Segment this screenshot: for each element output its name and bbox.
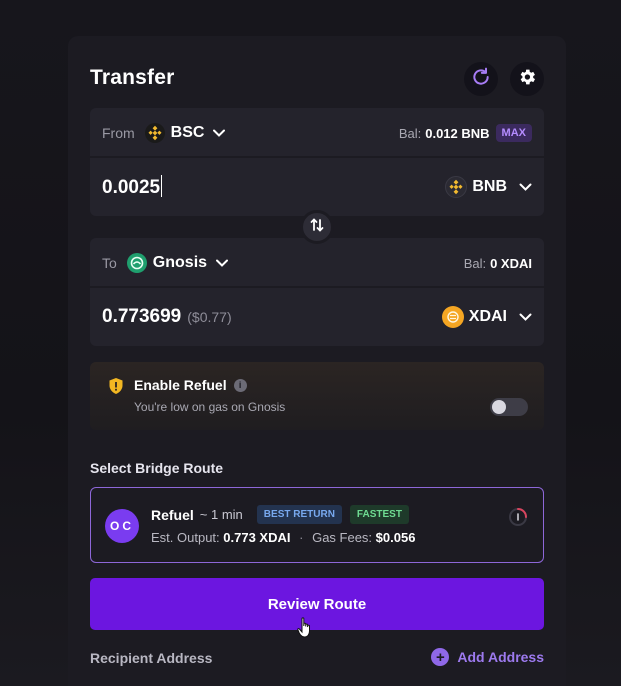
from-balance-value: 0.012 BNB xyxy=(425,125,490,141)
from-chain-selector[interactable]: BSC xyxy=(144,123,226,143)
chevron-down-icon xyxy=(519,313,532,321)
from-chain-name: BSC xyxy=(170,124,205,141)
to-amount-usd: ($0.77) xyxy=(187,309,232,325)
bsc-chain-icon xyxy=(144,123,165,143)
from-panel: From BSC Bal: 0.012 BNB MAX 0.0025 BNB xyxy=(90,108,544,216)
refresh-button[interactable] xyxy=(464,62,498,96)
chevron-down-icon xyxy=(216,259,229,267)
route-name: Refuel ~ 1 min BEST RETURN FASTEST xyxy=(151,505,409,524)
chevron-down-icon xyxy=(519,183,532,191)
hand-cursor-icon xyxy=(297,617,313,644)
from-token-selector[interactable]: BNB xyxy=(445,176,532,198)
gear-icon xyxy=(517,67,537,92)
to-balance: Bal: 0 XDAI xyxy=(463,255,532,271)
route-option-card[interactable]: OC Refuel ~ 1 min BEST RETURN FASTEST Es… xyxy=(90,487,544,563)
refuel-panel: Enable Refuel i You're low on gas on Gno… xyxy=(90,362,544,430)
route-fees-value: $0.056 xyxy=(375,530,416,545)
refresh-icon xyxy=(471,67,491,92)
refuel-title: Enable Refuel i xyxy=(134,377,247,393)
transfer-header: Transfer xyxy=(90,62,544,98)
settings-button[interactable] xyxy=(510,62,544,96)
transfer-card: Transfer From BSC Bal: 0.012 BNB MAX 0.0… xyxy=(68,36,566,686)
plus-icon: + xyxy=(431,648,450,666)
swap-direction-icon xyxy=(309,217,325,238)
to-token-name: XDAI xyxy=(468,308,507,325)
route-section-title: Select Bridge Route xyxy=(90,460,224,476)
add-address-button[interactable]: + Add Address xyxy=(431,648,544,666)
route-details: Est. Output: 0.773 XDAI · Gas Fees: $0.0… xyxy=(151,530,416,545)
to-panel: To Gnosis Bal: 0 XDAI 0.773699 ($0.77) X… xyxy=(90,238,544,346)
bnb-token-icon xyxy=(445,176,468,198)
best-return-badge: BEST RETURN xyxy=(256,505,342,524)
max-button[interactable]: MAX xyxy=(495,124,532,142)
review-route-button[interactable]: Review Route xyxy=(90,578,544,630)
chevron-down-icon xyxy=(213,129,226,137)
from-label: From xyxy=(102,125,135,141)
from-token-name: BNB xyxy=(472,178,507,195)
swap-direction-button[interactable] xyxy=(300,210,334,244)
to-balance-value: 0 XDAI xyxy=(490,255,532,271)
xdai-token-icon xyxy=(441,306,464,328)
to-token-selector[interactable]: XDAI xyxy=(441,306,532,328)
refuel-subtitle: You're low on gas on Gnosis xyxy=(134,400,286,414)
divider xyxy=(90,286,544,288)
text-caret xyxy=(161,175,163,197)
route-provider-logo: OC xyxy=(105,509,139,543)
toggle-knob xyxy=(492,400,506,414)
divider xyxy=(90,156,544,158)
to-chain-name: Gnosis xyxy=(152,254,208,271)
recipient-address-label: Recipient Address xyxy=(90,650,213,666)
info-icon[interactable]: i xyxy=(233,378,247,392)
from-amount-input[interactable]: 0.0025 xyxy=(102,175,163,199)
fastest-badge: FASTEST xyxy=(349,505,409,524)
shield-icon xyxy=(108,377,124,400)
route-output-value: 0.773 XDAI xyxy=(223,530,291,545)
to-label: To xyxy=(102,255,117,271)
gnosis-chain-icon xyxy=(126,253,147,273)
route-time: ~ 1 min xyxy=(199,507,243,522)
refuel-toggle[interactable] xyxy=(490,398,528,416)
to-chain-selector[interactable]: Gnosis xyxy=(126,253,229,273)
to-amount-output: 0.773699 ($0.77) xyxy=(102,306,232,327)
loading-spinner-icon xyxy=(507,506,529,528)
from-balance: Bal: 0.012 BNB xyxy=(398,125,490,141)
